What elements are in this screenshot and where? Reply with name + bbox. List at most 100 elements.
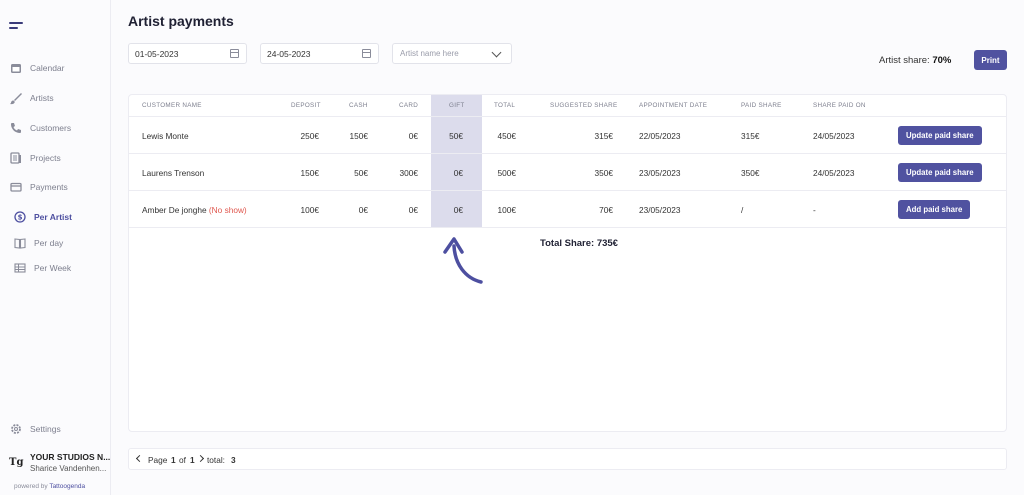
header-customer-name: CUSTOMER NAME bbox=[142, 102, 202, 109]
table-row: Lewis Monte 250€ 150€ 0€ 50€ 450€ 315€ 2… bbox=[129, 116, 1006, 153]
pagination: Page 1 of 1 total: 3 bbox=[128, 448, 1007, 470]
sidebar-item-per-day[interactable]: Per day bbox=[0, 233, 110, 253]
next-page-icon[interactable] bbox=[196, 454, 205, 463]
cell-cash: 50€ bbox=[354, 168, 368, 178]
update-paid-share-button[interactable]: Update paid share bbox=[898, 126, 982, 145]
sidebar-item-settings[interactable]: Settings bbox=[0, 419, 110, 439]
page-label: Page bbox=[148, 455, 168, 465]
calendar-icon bbox=[9, 62, 22, 75]
cell-share-paid-on: 24/05/2023 bbox=[813, 131, 855, 141]
previous-page-icon[interactable] bbox=[135, 454, 144, 463]
sidebar-item-calendar[interactable]: Calendar bbox=[0, 58, 110, 78]
artist-share-value: 70% bbox=[932, 55, 952, 66]
sidebar-item-payments[interactable]: Payments bbox=[0, 177, 110, 197]
cell-deposit: 100€ bbox=[300, 205, 319, 215]
header-share-paid-on: SHARE PAID ON bbox=[813, 102, 866, 109]
current-page: 1 bbox=[171, 455, 176, 465]
cell-suggested-share: 70€ bbox=[599, 205, 613, 215]
sidebar: Calendar Artists Customers Projects Paym… bbox=[0, 0, 111, 495]
cell-total: 500€ bbox=[497, 168, 516, 178]
cell-customer: Lewis Monte bbox=[142, 131, 189, 141]
artist-select-placeholder: Artist name here bbox=[400, 49, 459, 58]
curved-arrow-icon bbox=[443, 237, 483, 284]
cell-deposit: 150€ bbox=[300, 168, 319, 178]
studio-user-name: Sharice Vandenhen... bbox=[30, 464, 107, 473]
sidebar-item-label: Artists bbox=[30, 93, 54, 103]
gear-icon bbox=[9, 423, 22, 436]
menu-toggle-icon[interactable] bbox=[9, 21, 23, 31]
powered-by-text: powered by bbox=[14, 483, 48, 490]
sidebar-item-label: Payments bbox=[30, 182, 68, 192]
artist-select[interactable]: Artist name here bbox=[392, 43, 512, 64]
brand-link[interactable]: Tattoogenda bbox=[49, 483, 85, 490]
date-from-value: 01-05-2023 bbox=[135, 48, 179, 59]
phone-icon bbox=[9, 122, 22, 135]
of-label: of bbox=[179, 455, 186, 465]
cell-appointment-date: 22/05/2023 bbox=[639, 131, 681, 141]
cell-paid-share: 350€ bbox=[741, 168, 760, 178]
calendar-icon[interactable] bbox=[230, 49, 239, 58]
sidebar-item-per-artist[interactable]: $ Per Artist bbox=[0, 207, 110, 227]
no-show-badge: (No show) bbox=[208, 205, 247, 215]
cell-share-paid-on: - bbox=[813, 205, 816, 215]
sidebar-item-label: Projects bbox=[30, 153, 61, 163]
header-appointment-date: APPOINTMENT DATE bbox=[639, 102, 708, 109]
sidebar-item-label: Per Artist bbox=[34, 212, 72, 222]
sidebar-item-artists[interactable]: Artists bbox=[0, 88, 110, 108]
print-button[interactable]: Print bbox=[974, 50, 1007, 70]
cell-customer: Laurens Trenson bbox=[142, 168, 205, 178]
update-paid-share-button[interactable]: Update paid share bbox=[898, 163, 982, 182]
cell-share-paid-on: 24/05/2023 bbox=[813, 168, 855, 178]
settings-label: Settings bbox=[30, 424, 61, 434]
add-paid-share-button[interactable]: Add paid share bbox=[898, 200, 971, 219]
sidebar-item-projects[interactable]: Projects bbox=[0, 148, 110, 168]
cell-gift: 0€ bbox=[453, 168, 463, 178]
cell-suggested-share: 350€ bbox=[594, 168, 613, 178]
table-row: Laurens Trenson 150€ 50€ 300€ 0€ 500€ 35… bbox=[129, 153, 1006, 190]
artist-share-label: Artist share: bbox=[879, 55, 930, 66]
svg-text:$: $ bbox=[17, 214, 22, 222]
page-title: Artist payments bbox=[128, 13, 234, 29]
customer-name: Amber De jonghe bbox=[142, 205, 207, 215]
dollar-icon: $ bbox=[13, 211, 26, 224]
total-label: total: bbox=[207, 455, 225, 465]
date-to-value: 24-05-2023 bbox=[267, 48, 311, 59]
total-share: Total Share: 735€ bbox=[540, 238, 618, 249]
header-paid-share: PAID SHARE bbox=[741, 102, 782, 109]
cell-cash: 0€ bbox=[358, 205, 368, 215]
cell-cash: 150€ bbox=[349, 131, 368, 141]
table-icon bbox=[13, 262, 26, 275]
chevron-down-icon bbox=[491, 47, 502, 58]
powered-by: powered by Tattoogenda bbox=[14, 483, 85, 490]
artist-share: Artist share: 70% bbox=[879, 55, 951, 66]
cell-suggested-share: 315€ bbox=[594, 131, 613, 141]
cell-gift: 0€ bbox=[453, 205, 463, 215]
header-gift: GIFT bbox=[449, 102, 465, 109]
cell-deposit: 250€ bbox=[300, 131, 319, 141]
sidebar-item-label: Customers bbox=[30, 123, 72, 133]
date-from-input[interactable]: 01-05-2023 bbox=[128, 43, 247, 64]
sidebar-item-per-week[interactable]: Per Week bbox=[0, 258, 110, 278]
sidebar-item-label: Calendar bbox=[30, 63, 65, 73]
book-icon bbox=[13, 237, 26, 250]
calendar-icon[interactable] bbox=[362, 49, 371, 58]
total-count: 3 bbox=[231, 455, 236, 465]
cell-customer: Amber De jonghe (No show) bbox=[142, 205, 247, 215]
header-total: TOTAL bbox=[494, 102, 516, 109]
payments-icon bbox=[9, 181, 22, 194]
cell-paid-share: 315€ bbox=[741, 131, 760, 141]
brush-icon bbox=[9, 92, 22, 105]
date-to-input[interactable]: 24-05-2023 bbox=[260, 43, 379, 64]
cell-appointment-date: 23/05/2023 bbox=[639, 205, 681, 215]
cell-total: 100€ bbox=[497, 205, 516, 215]
studio-name: YOUR STUDIOS N... bbox=[30, 452, 111, 462]
total-pages: 1 bbox=[190, 455, 195, 465]
cell-card: 0€ bbox=[408, 205, 418, 215]
header-card: CARD bbox=[399, 102, 419, 109]
table-row: Amber De jonghe (No show) 100€ 0€ 0€ 0€ … bbox=[129, 190, 1006, 228]
payments-table: CUSTOMER NAME DEPOSIT CASH CARD GIFT TOT… bbox=[128, 94, 1007, 432]
sidebar-item-label: Per Week bbox=[34, 263, 72, 273]
sidebar-item-customers[interactable]: Customers bbox=[0, 118, 110, 138]
cell-paid-share: / bbox=[741, 205, 744, 215]
cell-card: 0€ bbox=[408, 131, 418, 141]
